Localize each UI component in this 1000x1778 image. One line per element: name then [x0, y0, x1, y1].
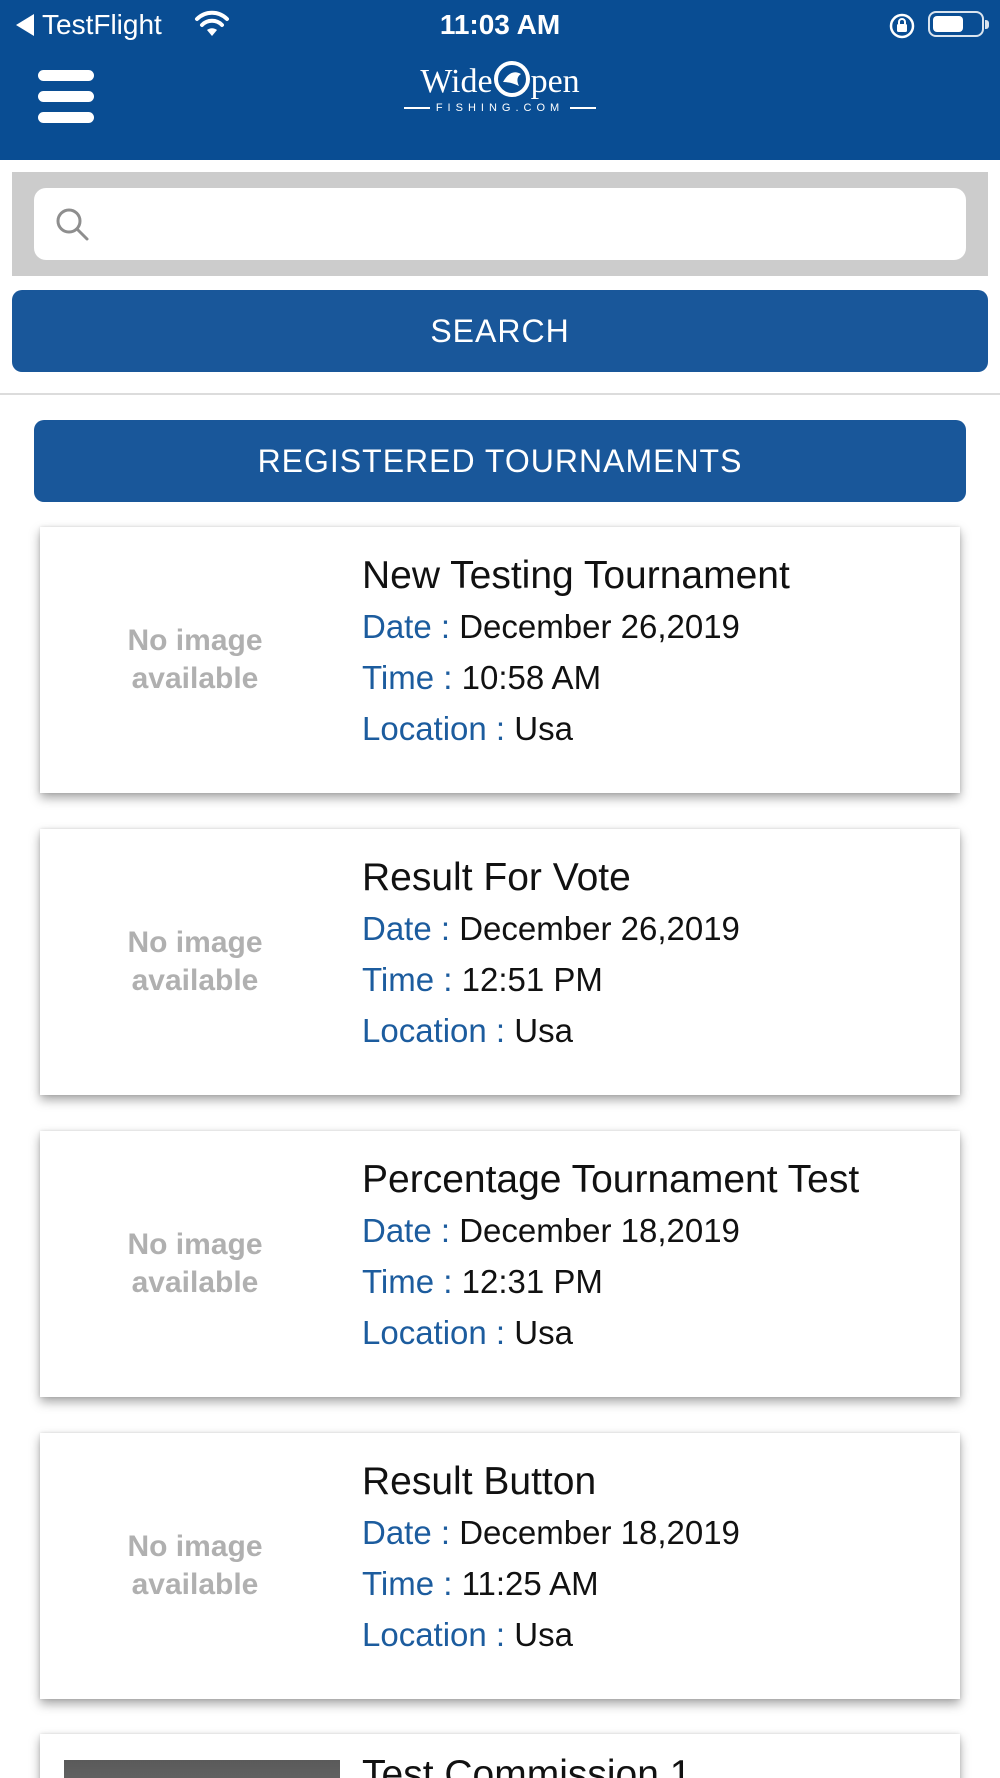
tournament-card[interactable]: No image available Result For Vote Date …	[40, 829, 960, 1095]
date-label: Date :	[362, 608, 460, 645]
time-label: Time :	[362, 961, 462, 998]
date-label: Date :	[362, 910, 460, 947]
status-bar: TestFlight 11:03 AM	[0, 0, 1000, 50]
fish-logo-icon	[493, 61, 530, 97]
tournament-time: 10:58 AM	[461, 659, 602, 696]
tournament-card[interactable]: No image available Percentage Tournament…	[40, 1131, 960, 1397]
location-label: Location :	[362, 1012, 515, 1049]
tournament-thumbnail	[64, 1760, 340, 1778]
tournament-date: December 26,2019	[459, 910, 740, 947]
time-label: Time :	[362, 659, 462, 696]
search-bar-container	[12, 172, 988, 276]
no-image-placeholder: No image available	[127, 624, 263, 695]
tournament-title: Result Button	[362, 1460, 597, 1503]
tournament-title: New Testing Tournament	[362, 554, 790, 597]
tournament-title: Percentage Tournament Test	[362, 1158, 860, 1201]
tournament-date: December 18,2019	[459, 1514, 740, 1551]
tournament-date: December 18,2019	[459, 1212, 740, 1249]
no-image-placeholder: No image available	[127, 1530, 263, 1601]
registered-tournaments-button[interactable]: REGISTERED TOURNAMENTS	[34, 420, 966, 502]
tournament-date: December 26,2019	[459, 608, 740, 645]
location-label: Location :	[362, 1616, 515, 1653]
tournament-time: 12:31 PM	[461, 1263, 603, 1300]
no-image-placeholder: No image available	[127, 1228, 263, 1299]
tournament-location: Usa	[514, 710, 573, 747]
time-label: Time :	[362, 1263, 462, 1300]
tournament-location: Usa	[514, 1314, 573, 1351]
date-label: Date :	[362, 1514, 460, 1551]
app-header: TestFlight 11:03 AM Wide pen FISHING.COM	[0, 0, 1000, 160]
tournament-location: Usa	[514, 1012, 573, 1049]
date-label: Date :	[362, 1212, 460, 1249]
status-time: 11:03 AM	[439, 9, 561, 40]
no-image-placeholder: No image available	[127, 926, 263, 997]
tournament-card[interactable]: Test Commission 1	[40, 1734, 960, 1778]
hamburger-menu-icon[interactable]	[38, 70, 94, 124]
orientation-lock-icon	[889, 13, 915, 39]
tournament-time: 11:25 AM	[461, 1565, 599, 1602]
wideopen-fishing-logo: Wide pen FISHING.COM	[400, 60, 600, 130]
tournament-title: Result For Vote	[362, 856, 631, 899]
tournament-title: Test Commission 1	[362, 1753, 692, 1778]
search-button[interactable]: SEARCH	[12, 290, 988, 372]
search-input[interactable]	[110, 188, 950, 260]
search-field[interactable]	[34, 188, 966, 260]
tournament-time: 12:51 PM	[461, 961, 603, 998]
location-label: Location :	[362, 710, 515, 747]
time-label: Time :	[362, 1565, 462, 1602]
tournament-card[interactable]: No image available Result Button Date : …	[40, 1433, 960, 1699]
search-icon	[56, 208, 89, 241]
battery-icon	[928, 11, 989, 37]
location-label: Location :	[362, 1314, 515, 1351]
tournament-location: Usa	[514, 1616, 573, 1653]
divider	[0, 393, 1000, 395]
tournament-card[interactable]: No image available New Testing Tournamen…	[40, 527, 960, 793]
